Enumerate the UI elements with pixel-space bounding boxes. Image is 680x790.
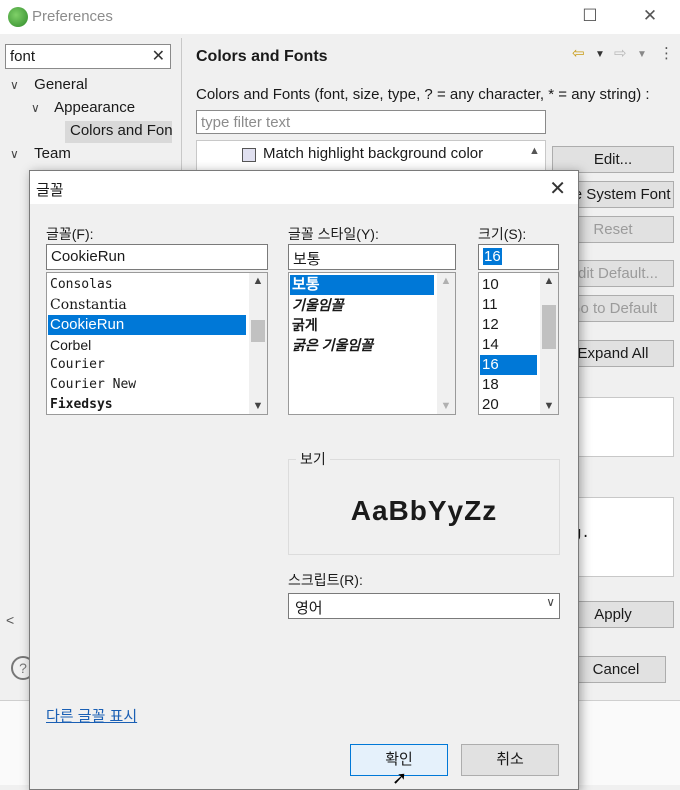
script-value: 영어 xyxy=(295,600,323,617)
font-style-list[interactable]: 보통 기울임꼴 굵게 굵은 기울임꼴 ▲ ▼ xyxy=(288,272,456,415)
list-item[interactable]: 굵게 xyxy=(290,315,434,335)
forward-menu-chevron-icon[interactable]: ▼ xyxy=(637,49,647,60)
scroll-thumb[interactable] xyxy=(251,320,265,342)
window-title: Preferences xyxy=(32,8,113,25)
show-more-fonts-link[interactable]: 다른 글꼴 표시 xyxy=(46,705,137,726)
size-label: 크기(S): xyxy=(478,226,527,242)
font-dialog: 글꼴 ✕ 글꼴(F): CookieRun Consolas Constanti… xyxy=(29,170,579,790)
list-item-selected[interactable]: CookieRun xyxy=(48,315,246,335)
font-list[interactable]: Consolas Constantia CookieRun Corbel Cou… xyxy=(46,272,268,415)
size-list[interactable]: 10 11 12 14 16 18 20 ▲ ▼ xyxy=(478,272,559,415)
tree-item-label: Team xyxy=(34,145,71,162)
scroll-up-icon[interactable]: ▲ xyxy=(529,145,540,157)
list-item[interactable]: 20 xyxy=(480,395,537,414)
cancel-button[interactable]: 취소 xyxy=(461,744,559,776)
forward-arrow-icon[interactable]: ⇨ xyxy=(614,44,627,62)
tree-item-general[interactable]: ∨ General xyxy=(10,76,88,98)
list-item[interactable]: 18 xyxy=(480,375,537,395)
close-window-icon[interactable]: ✕ xyxy=(640,5,660,27)
close-icon[interactable]: ✕ xyxy=(549,176,566,201)
tree-item-label: Appearance xyxy=(54,99,136,116)
list-item[interactable]: Fixedsys xyxy=(48,395,246,414)
scroll-down-icon[interactable]: ▼ xyxy=(540,400,558,412)
list-item[interactable]: Corbel xyxy=(48,335,246,355)
scroll-thumb[interactable] xyxy=(542,305,556,349)
list-item[interactable]: 12 xyxy=(480,315,537,335)
filter-input[interactable]: type filter text xyxy=(196,110,546,134)
expand-arrow-icon[interactable]: ∨ xyxy=(10,78,24,92)
sample-label: 보기 xyxy=(296,449,330,469)
page-description: Colors and Fonts (font, size, type, ? = … xyxy=(196,86,650,103)
dialog-titlebar: 글꼴 ✕ xyxy=(30,171,578,204)
app-logo-icon xyxy=(8,7,28,27)
view-menu-icon[interactable]: ⋮ xyxy=(659,44,674,62)
filter-placeholder: type filter text xyxy=(201,114,291,131)
list-item[interactable]: 14 xyxy=(480,335,537,355)
tree-item-appearance[interactable]: ∨ Appearance xyxy=(31,99,135,121)
font-label: 글꼴(F): xyxy=(46,226,94,242)
preferences-search-input[interactable]: font ✕ xyxy=(5,44,171,69)
script-select[interactable]: 영어 ∨ xyxy=(288,593,560,619)
list-item[interactable]: 기울임꼴 xyxy=(290,295,434,315)
size-value: 16 xyxy=(483,248,502,265)
scroll-up-icon[interactable]: ▲ xyxy=(540,275,558,287)
expand-arrow-icon[interactable]: ∨ xyxy=(31,101,45,115)
back-menu-chevron-icon[interactable]: ▼ xyxy=(595,49,605,60)
list-item-selected[interactable]: 보통 xyxy=(290,275,434,295)
list-item[interactable]: Courier New xyxy=(48,375,246,395)
mouse-pointer-icon: ➚ xyxy=(392,768,408,788)
tree-item-label: Colors and Fonts xyxy=(70,122,172,139)
list-item[interactable]: Consolas xyxy=(48,275,246,295)
list-item[interactable]: Constantia xyxy=(48,295,246,315)
sample-text: AaBbYyZz xyxy=(350,495,498,526)
back-arrow-icon[interactable]: ⇦ xyxy=(572,44,585,62)
tree-item-colors-and-fonts[interactable]: Colors and Fonts xyxy=(70,122,172,144)
chevron-down-icon[interactable]: ∨ xyxy=(546,595,555,609)
list-item[interactable]: 10 xyxy=(480,275,537,295)
font-list-scrollbar[interactable]: ▲ ▼ xyxy=(249,273,267,414)
tree-item-team[interactable]: ∨ Team xyxy=(10,145,71,167)
color-swatch-icon xyxy=(242,148,256,162)
font-style-input[interactable]: 보통 xyxy=(288,244,456,270)
preferences-titlebar: Preferences ☐ ✕ xyxy=(0,0,680,34)
list-item[interactable]: Match highlight background color xyxy=(263,145,483,162)
tree-item-label: General xyxy=(34,76,88,93)
font-name-value: CookieRun xyxy=(51,248,126,265)
scroll-down-icon[interactable]: ▼ xyxy=(249,400,267,412)
scroll-up-icon[interactable]: ▲ xyxy=(249,275,267,287)
list-item[interactable]: 11 xyxy=(480,295,537,315)
maximize-icon[interactable]: ☐ xyxy=(580,5,600,27)
style-list-scrollbar[interactable]: ▲ ▼ xyxy=(437,273,455,414)
list-item[interactable]: 굵은 기울임꼴 xyxy=(290,335,434,355)
font-style-value: 보통 xyxy=(293,251,321,268)
page-title: Colors and Fonts xyxy=(196,48,328,65)
font-style-label: 글꼴 스타일(Y): xyxy=(288,226,379,242)
scroll-up-icon[interactable]: ▲ xyxy=(437,275,455,287)
search-value: font xyxy=(10,48,36,65)
script-label: 스크립트(R): xyxy=(288,572,363,588)
clear-search-icon[interactable]: ✕ xyxy=(152,46,165,66)
scroll-down-icon[interactable]: ▼ xyxy=(437,400,455,412)
font-name-input[interactable]: CookieRun xyxy=(46,244,268,270)
edit-button[interactable]: Edit... xyxy=(552,146,674,173)
list-item[interactable]: Courier xyxy=(48,355,246,375)
cancel-preferences-button[interactable]: Cancel xyxy=(566,656,666,683)
size-list-scrollbar[interactable]: ▲ ▼ xyxy=(540,273,558,414)
dialog-title: 글꼴 xyxy=(36,182,64,199)
expand-arrow-icon[interactable]: ∨ xyxy=(10,147,24,161)
list-item-selected[interactable]: 16 xyxy=(480,355,537,375)
scroll-left-icon[interactable]: < xyxy=(6,612,14,628)
size-input[interactable]: 16 xyxy=(478,244,559,270)
